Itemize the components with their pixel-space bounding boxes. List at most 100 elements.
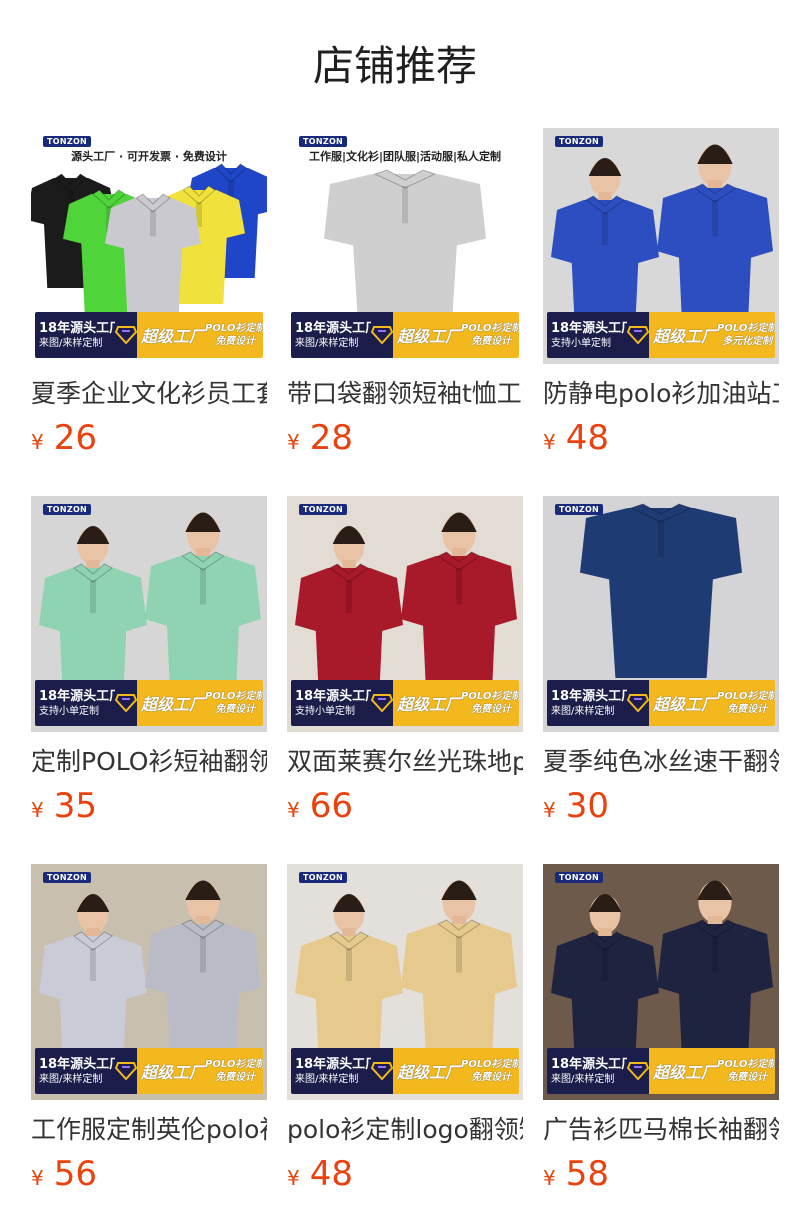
promo-banner: 18年源头工厂 来图/来样定制 超级工厂 POLO衫定制 免费设计 [547,680,775,726]
banner-polo: POLO衫定制 免费设计 [205,1058,263,1084]
price-value: 35 [53,786,97,826]
banner-line2: 来图/来样定制 [295,1073,359,1085]
product-price: ¥58 [543,1154,779,1194]
product-card[interactable]: TONZON 工作服|文化衫|团队服|活动服|私人定制 18年源头工厂 来图/来… [287,128,523,496]
banner-line1: 18年源头工厂 [295,320,379,336]
banner-polo-line1: POLO衫定制 [205,1059,263,1070]
banner-polo-line2: 免费设计 [471,1072,512,1083]
brand-logo: TONZON [555,504,604,515]
currency-symbol: ¥ [287,798,300,822]
banner-line2: 来图/来样定制 [551,705,615,717]
product-name[interactable]: 夏季纯色冰丝速干翻领短袖 [543,746,779,778]
banner-gold: 超级工厂 POLO衫定制 免费设计 [137,1048,263,1094]
banner-factory-text: 18年源头工厂 支持小单定制 [35,680,122,726]
banner-super-factory: 超级工厂 [653,1063,718,1082]
product-price: ¥28 [287,418,523,458]
product-card[interactable]: TONZON 18年源头工厂 来图/来样定制 超级工厂 POLO衫定制 免费设计… [287,864,523,1232]
banner-polo: POLO衫定制 免费设计 [461,690,519,716]
product-price: ¥56 [31,1154,267,1194]
banner-line1: 18年源头工厂 [295,688,379,704]
banner-gold: 超级工厂 POLO衫定制 免费设计 [137,680,263,726]
banner-factory-text: 18年源头工厂 支持小单定制 [291,680,379,726]
banner-factory-text: 18年源头工厂 来图/来样定制 [291,1048,378,1094]
currency-symbol: ¥ [543,430,556,454]
product-image[interactable]: TONZON 18年源头工厂 来图/来样定制 超级工厂 POLO衫定制 免费设计 [31,864,267,1100]
product-name[interactable]: 带口袋翻领短袖t恤工作服 [287,378,523,410]
price-value: 26 [53,418,97,458]
brand-logo: TONZON [299,872,348,883]
banner-polo-line1: POLO衫定制 [461,691,519,702]
product-image[interactable]: TONZON 18年源头工厂 支持小单定制 超级工厂 POLO衫定制 免费设计 [287,496,523,732]
banner-line2: 支持小单定制 [39,705,99,717]
product-image[interactable]: TONZON 18年源头工厂 支持小单定制 超级工厂 POLO衫定制 免费设计 [31,496,267,732]
product-card[interactable]: TONZON 18年源头工厂 支持小单定制 超级工厂 POLO衫定制 免费设计 … [287,496,523,864]
diamond-icon [371,680,393,726]
currency-symbol: ¥ [543,798,556,822]
brand-logo: TONZON [555,872,604,883]
banner-super-factory: 超级工厂 [653,695,718,714]
price-value: 30 [565,786,609,826]
product-card[interactable]: TONZON 18年源头工厂 来图/来样定制 超级工厂 POLO衫定制 免费设计… [543,864,779,1232]
product-card[interactable]: TONZON 18年源头工厂 支持小单定制 超级工厂 POLO衫定制 免费设计 … [31,496,267,864]
product-name[interactable]: 工作服定制英伦polo衫 [31,1114,267,1146]
banner-factory-text: 18年源头工厂 来图/来样定制 [547,1048,634,1094]
brand-logo: TONZON [43,504,92,515]
product-price: ¥30 [543,786,779,826]
diamond-icon [627,312,649,358]
banner-polo-line2: 免费设计 [215,1072,256,1083]
product-price: ¥35 [31,786,267,826]
product-name[interactable]: 双面莱赛尔丝光珠地polo衫 [287,746,523,778]
product-name[interactable]: 定制POLO衫短袖翻领工作服 [31,746,267,778]
product-card[interactable]: TONZON 18年源头工厂 来图/来样定制 超级工厂 POLO衫定制 免费设计… [31,864,267,1232]
banner-polo-line2: 免费设计 [215,336,256,347]
product-name[interactable]: 广告衫匹马棉长袖翻领polo [543,1114,779,1146]
image-caption: 工作服|文化衫|团队服|活动服|私人定制 [308,150,502,163]
currency-symbol: ¥ [31,798,44,822]
banner-super-factory: 超级工厂 [141,1063,206,1082]
banner-gold: 超级工厂 POLO衫定制 免费设计 [137,312,263,358]
product-image[interactable]: TONZON 18年源头工厂 来图/来样定制 超级工厂 POLO衫定制 免费设计 [543,496,779,732]
banner-polo-line1: POLO衫定制 [717,691,775,702]
banner-polo: POLO衫定制 免费设计 [461,322,519,348]
banner-super-factory: 超级工厂 [141,327,206,346]
diamond-icon [115,680,137,726]
banner-line2: 来图/来样定制 [39,337,103,349]
banner-polo-line1: POLO衫定制 [205,323,263,334]
banner-line1: 18年源头工厂 [39,320,123,336]
diamond-icon [627,1048,649,1094]
diamond-icon [115,1048,137,1094]
product-image[interactable]: TONZON 源头工厂 · 可开发票 · 免费设计 18年源头工厂 来图/来样定… [31,128,267,364]
product-card[interactable]: TONZON 源头工厂 · 可开发票 · 免费设计 18年源头工厂 来图/来样定… [31,128,267,496]
banner-polo: POLO衫定制 免费设计 [717,690,775,716]
product-image[interactable]: TONZON 18年源头工厂 来图/来样定制 超级工厂 POLO衫定制 免费设计 [287,864,523,1100]
price-value: 58 [565,1154,609,1194]
banner-line2: 来图/来样定制 [551,1073,615,1085]
product-grid: TONZON 源头工厂 · 可开发票 · 免费设计 18年源头工厂 来图/来样定… [31,128,779,1232]
banner-polo-line1: POLO衫定制 [205,691,263,702]
product-image[interactable]: TONZON 18年源头工厂 支持小单定制 超级工厂 POLO衫定制 多元化定制 [543,128,779,364]
product-image[interactable]: TONZON 18年源头工厂 来图/来样定制 超级工厂 POLO衫定制 免费设计 [543,864,779,1100]
diamond-icon [627,680,649,726]
banner-gold: 超级工厂 POLO衫定制 免费设计 [649,680,775,726]
banner-polo-line2: 免费设计 [471,704,512,715]
banner-line1: 18年源头工厂 [39,1056,123,1072]
banner-polo-line1: POLO衫定制 [717,323,775,334]
product-name[interactable]: 夏季企业文化衫员工套装 [31,378,267,410]
banner-polo: POLO衫定制 多元化定制 [717,322,775,348]
product-price: ¥48 [287,1154,523,1194]
product-name[interactable]: 防静电polo衫加油站工作服 [543,378,779,410]
currency-symbol: ¥ [543,1166,556,1190]
banner-line2: 支持小单定制 [295,705,355,717]
brand-logo: TONZON [43,872,92,883]
product-price: ¥66 [287,786,523,826]
banner-gold: 超级工厂 POLO衫定制 多元化定制 [649,312,775,358]
product-card[interactable]: TONZON 18年源头工厂 来图/来样定制 超级工厂 POLO衫定制 免费设计… [543,496,779,864]
product-card[interactable]: TONZON 18年源头工厂 支持小单定制 超级工厂 POLO衫定制 多元化定制… [543,128,779,496]
product-name[interactable]: polo衫定制logo翻领短袖 [287,1114,523,1146]
banner-polo-line2: 免费设计 [727,704,768,715]
banner-line2: 支持小单定制 [551,337,611,349]
banner-gold: 超级工厂 POLO衫定制 免费设计 [393,312,519,358]
product-image[interactable]: TONZON 工作服|文化衫|团队服|活动服|私人定制 18年源头工厂 来图/来… [287,128,523,364]
currency-symbol: ¥ [287,1166,300,1190]
promo-banner: 18年源头工厂 来图/来样定制 超级工厂 POLO衫定制 免费设计 [291,1048,519,1094]
